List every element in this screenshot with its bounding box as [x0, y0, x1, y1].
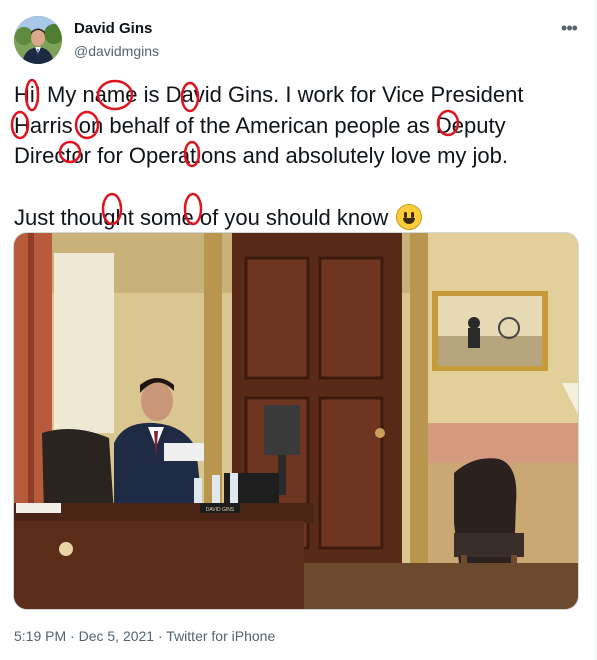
- avatar[interactable]: [14, 16, 62, 64]
- meta-separator: ·: [66, 628, 79, 644]
- tweet-text: Hi! My name is David Gins. I work for Vi…: [14, 80, 584, 233]
- author-display-name[interactable]: David Gins: [74, 20, 159, 38]
- nameplate-text: DAVID GINS: [206, 507, 235, 513]
- tweet-header: David Gins @davidmgins •••: [14, 14, 584, 66]
- meta-separator: ·: [154, 628, 167, 644]
- tweet-metadata: 5:19 PM · Dec 5, 2021 · Twitter for iPho…: [14, 626, 275, 646]
- more-horizontal-icon: •••: [561, 18, 578, 38]
- tweet-timestamp-date[interactable]: Dec 5, 2021: [79, 628, 155, 644]
- avatar-image: [14, 16, 62, 64]
- tweet-photo[interactable]: DAVID GINS: [13, 232, 579, 610]
- tweet-card: David Gins @davidmgins ••• Hi! My name i…: [0, 0, 597, 660]
- tweet-text-line: Hi! My name is David Gins. I work for Vi…: [14, 82, 524, 107]
- tweet-source[interactable]: Twitter for iPhone: [166, 628, 275, 644]
- tweet-text-segment: Just thought some of you should know: [14, 204, 389, 230]
- office-photo-image: DAVID GINS: [14, 233, 578, 609]
- grinning-face-emoji-icon: [396, 203, 423, 230]
- author-info: David Gins @davidmgins: [74, 20, 159, 61]
- tweet-timestamp-time[interactable]: 5:19 PM: [14, 628, 66, 644]
- tweet-text-line: Just thought some of you should know: [14, 203, 584, 234]
- tweet-text-line: Harris on behalf of the American people …: [14, 112, 506, 138]
- more-options-button[interactable]: •••: [554, 18, 584, 42]
- author-handle[interactable]: @davidmgins: [74, 41, 159, 61]
- tweet-text-line: Director for Operations and absolutely l…: [14, 143, 509, 168]
